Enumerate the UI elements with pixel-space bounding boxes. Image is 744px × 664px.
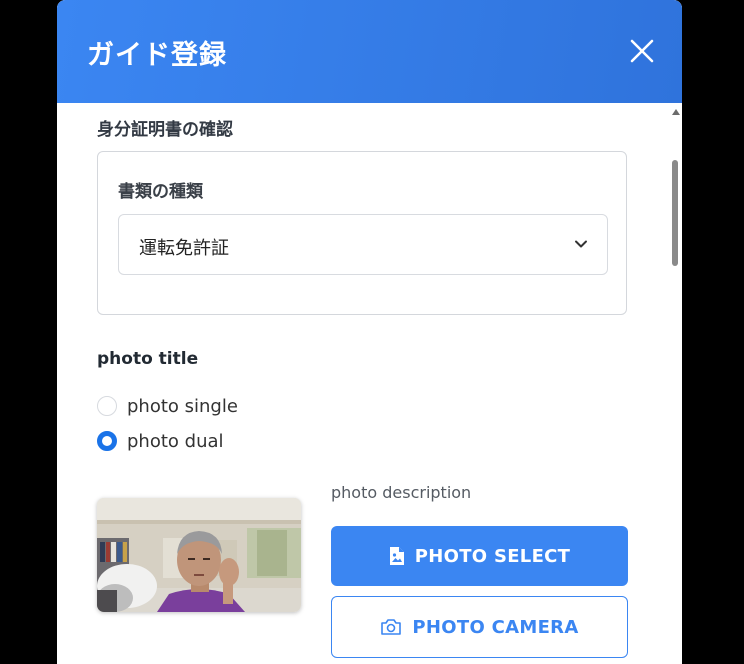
photo-camera-label: PHOTO CAMERA <box>412 616 579 638</box>
image-file-icon <box>389 547 404 565</box>
document-type-card: 書類の種類 運転免許証 <box>97 151 627 315</box>
modal-body: 身分証明書の確認 書類の種類 運転免許証 photo title photo s… <box>57 103 669 664</box>
photo-title: photo title <box>97 349 199 369</box>
vertical-scrollbar[interactable] <box>669 103 682 664</box>
document-type-value: 運転免許証 <box>139 238 229 259</box>
scroll-up-arrow-icon[interactable] <box>672 109 680 115</box>
photo-image <box>97 498 301 612</box>
close-icon <box>630 39 654 63</box>
photo-camera-button[interactable]: PHOTO CAMERA <box>331 596 628 658</box>
document-type-select[interactable]: 運転免許証 <box>118 214 608 275</box>
radio-label-photo-single: photo single <box>127 396 238 417</box>
close-button[interactable] <box>625 34 659 68</box>
scroll-thumb[interactable] <box>672 160 678 266</box>
photo-thumbnail <box>97 498 301 612</box>
guide-registration-modal: ガイド登録 身分証明書の確認 書類の種類 運転免許証 photo title p… <box>57 0 682 664</box>
camera-icon <box>381 619 402 635</box>
photo-description: photo description <box>331 483 472 502</box>
modal-title: ガイド登録 <box>87 40 227 71</box>
identity-section-title: 身分証明書の確認 <box>97 120 233 140</box>
radio-button-unselected[interactable] <box>97 396 117 416</box>
radio-label-photo-dual: photo dual <box>127 431 224 452</box>
radio-button-selected[interactable] <box>97 431 117 451</box>
photo-select-button[interactable]: PHOTO SELECT <box>331 526 628 586</box>
document-type-label: 書類の種類 <box>118 182 203 202</box>
photo-select-label: PHOTO SELECT <box>414 545 571 567</box>
modal-header: ガイド登録 <box>57 0 682 103</box>
chevron-down-icon <box>575 240 587 248</box>
